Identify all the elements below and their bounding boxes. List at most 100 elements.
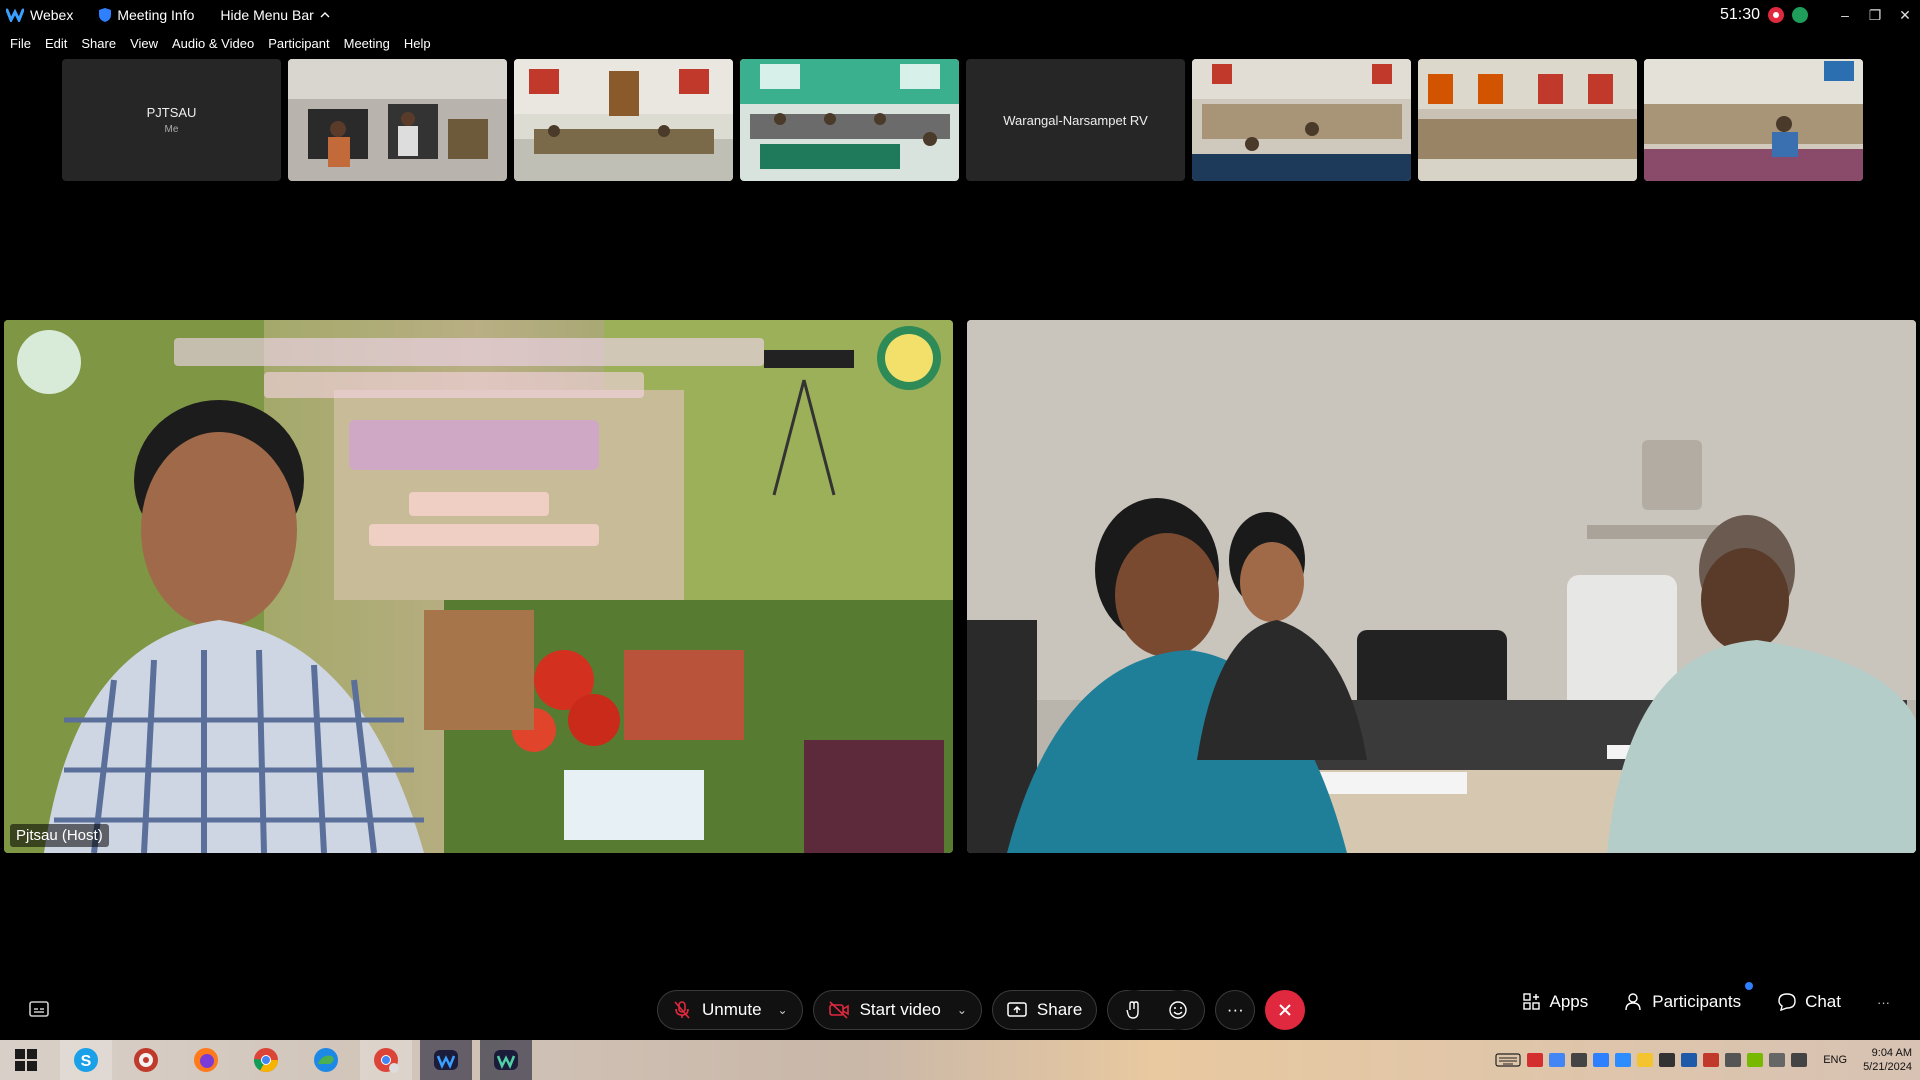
video-feed-image bbox=[288, 59, 507, 181]
webex-meeting-icon bbox=[494, 1050, 518, 1070]
video-feed-image bbox=[740, 59, 959, 181]
taskbar-webex-meeting[interactable] bbox=[480, 1040, 532, 1080]
audio-options-chevron-icon[interactable]: ⌄ bbox=[778, 1003, 788, 1017]
tray-wifi-icon[interactable] bbox=[1725, 1053, 1742, 1067]
taskbar-recorder[interactable] bbox=[120, 1040, 172, 1080]
keyboard-icon[interactable] bbox=[1495, 1052, 1521, 1068]
clock-date: 5/21/2024 bbox=[1863, 1061, 1912, 1073]
participants-button[interactable]: Participants bbox=[1624, 982, 1754, 1012]
thumbnail-video-3[interactable] bbox=[740, 59, 959, 181]
meeting-timer: 51:30 bbox=[1719, 6, 1760, 23]
hand-icon bbox=[1126, 1001, 1139, 1019]
firefox-icon bbox=[194, 1048, 218, 1072]
tray-folder-icon[interactable] bbox=[1637, 1053, 1654, 1067]
edge-icon bbox=[314, 1048, 338, 1072]
input-language[interactable]: ENG bbox=[1823, 1054, 1847, 1066]
tray-app-icon[interactable] bbox=[1571, 1053, 1588, 1067]
thumbnail-video-1[interactable] bbox=[288, 59, 507, 181]
taskbar-edge[interactable] bbox=[300, 1040, 352, 1080]
self-name: PJTSAU bbox=[146, 105, 197, 120]
shield-icon bbox=[99, 8, 112, 22]
chat-button[interactable]: Chat bbox=[1777, 992, 1841, 1012]
minimize-button[interactable]: – bbox=[1830, 0, 1860, 30]
video-feed-image bbox=[1644, 59, 1863, 181]
title-bar: Webex Meeting Info Hide Menu Bar 51:30 –… bbox=[0, 0, 1920, 30]
participants-label: Participants bbox=[1652, 992, 1742, 1011]
os-taskbar: S ENG 9:04 AM 5/21/2024 bbox=[0, 1040, 1920, 1080]
tray-speaker-icon[interactable] bbox=[1791, 1053, 1808, 1067]
tray-nvidia-icon[interactable] bbox=[1747, 1053, 1764, 1067]
tray-display-icon[interactable] bbox=[1681, 1053, 1698, 1067]
notification-dot bbox=[1745, 982, 1754, 990]
panel-controls: Apps Participants Chat ··· bbox=[1522, 982, 1890, 1012]
clock-time: 9:04 AM bbox=[1871, 1047, 1912, 1059]
recorder-icon bbox=[134, 1048, 158, 1072]
meeting-controls: Unmute ⌄ Start video ⌄ Share ··· bbox=[657, 990, 1306, 1030]
menu-bar: File Edit Share View Audio & Video Parti… bbox=[0, 32, 435, 54]
menu-meeting[interactable]: Meeting bbox=[342, 36, 392, 51]
apps-label: Apps bbox=[1549, 992, 1589, 1011]
share-screen-icon bbox=[1007, 1002, 1027, 1017]
tray-flag-icon[interactable] bbox=[1769, 1053, 1786, 1067]
meeting-info-button[interactable]: Meeting Info bbox=[99, 7, 194, 23]
main-video-participant[interactable] bbox=[967, 320, 1916, 853]
menu-audio-video[interactable]: Audio & Video bbox=[170, 36, 256, 51]
main-video-host[interactable]: Pjtsau (Host) bbox=[4, 320, 953, 853]
taskbar-firefox[interactable] bbox=[180, 1040, 232, 1080]
thumbnail-warangal[interactable]: Warangal-Narsampet RV bbox=[966, 59, 1185, 181]
connection-status-icon[interactable] bbox=[1792, 7, 1808, 23]
menu-share[interactable]: Share bbox=[79, 36, 118, 51]
thumbnail-video-6[interactable] bbox=[1644, 59, 1863, 181]
start-button[interactable] bbox=[0, 1040, 52, 1080]
app-name: Webex bbox=[30, 7, 74, 23]
thumbnail-video-2[interactable] bbox=[514, 59, 733, 181]
close-window-button[interactable]: ✕ bbox=[1890, 0, 1920, 30]
reactions-group bbox=[1107, 990, 1206, 1030]
leave-meeting-button[interactable] bbox=[1265, 990, 1306, 1030]
captions-icon[interactable] bbox=[28, 999, 52, 1021]
unmute-button[interactable]: Unmute ⌄ bbox=[657, 990, 803, 1030]
video-feed-image bbox=[1418, 59, 1637, 181]
hide-menu-bar-button[interactable]: Hide Menu Bar bbox=[220, 7, 330, 23]
taskbar-webex[interactable] bbox=[420, 1040, 472, 1080]
recording-icon[interactable] bbox=[1768, 7, 1784, 23]
thumbnail-video-5[interactable] bbox=[1418, 59, 1637, 181]
taskbar-skype[interactable]: S bbox=[60, 1040, 112, 1080]
menu-view[interactable]: View bbox=[128, 36, 160, 51]
start-video-button[interactable]: Start video ⌄ bbox=[812, 990, 982, 1030]
system-clock[interactable]: 9:04 AM 5/21/2024 bbox=[1863, 1046, 1912, 1074]
thumbnail-self[interactable]: PJTSAU Me bbox=[62, 59, 281, 181]
tray-device-icon[interactable] bbox=[1659, 1053, 1676, 1067]
reactions-button[interactable] bbox=[1158, 990, 1199, 1030]
share-button[interactable]: Share bbox=[991, 990, 1098, 1030]
menu-edit[interactable]: Edit bbox=[43, 36, 69, 51]
menu-participant[interactable]: Participant bbox=[266, 36, 331, 51]
host-name-label: Pjtsau (Host) bbox=[10, 824, 109, 847]
taskbar-chrome[interactable] bbox=[240, 1040, 292, 1080]
video-options-chevron-icon[interactable]: ⌄ bbox=[957, 1003, 967, 1017]
chevron-up-icon bbox=[320, 12, 330, 18]
video-feed-image bbox=[514, 59, 733, 181]
unmute-label: Unmute bbox=[702, 1000, 762, 1019]
apps-button[interactable]: Apps bbox=[1522, 992, 1589, 1012]
menu-file[interactable]: File bbox=[8, 36, 33, 51]
thumbnail-video-4[interactable] bbox=[1192, 59, 1411, 181]
mic-muted-icon bbox=[674, 1001, 690, 1019]
menu-help[interactable]: Help bbox=[402, 36, 433, 51]
restore-button[interactable]: ❐ bbox=[1860, 0, 1890, 30]
tray-zoom-icon[interactable] bbox=[1615, 1053, 1632, 1067]
chat-label: Chat bbox=[1805, 992, 1841, 1011]
titlebar-right: 51:30 – ❐ ✕ bbox=[1720, 0, 1920, 30]
tray-drive-icon[interactable] bbox=[1549, 1053, 1566, 1067]
participant-video-feed bbox=[967, 320, 1916, 853]
raise-hand-button[interactable] bbox=[1114, 990, 1155, 1030]
chrome-profile-icon bbox=[374, 1048, 399, 1073]
taskbar-chrome-profile[interactable] bbox=[360, 1040, 412, 1080]
participants-icon bbox=[1625, 993, 1641, 1011]
tray-recorder-icon[interactable] bbox=[1527, 1053, 1544, 1067]
apps-icon bbox=[1522, 993, 1540, 1010]
tray-antivirus-icon[interactable] bbox=[1703, 1053, 1720, 1067]
more-options-button[interactable]: ··· bbox=[1215, 990, 1256, 1030]
tray-cloud-icon[interactable] bbox=[1593, 1053, 1610, 1067]
overflow-button[interactable]: ··· bbox=[1877, 995, 1890, 1010]
